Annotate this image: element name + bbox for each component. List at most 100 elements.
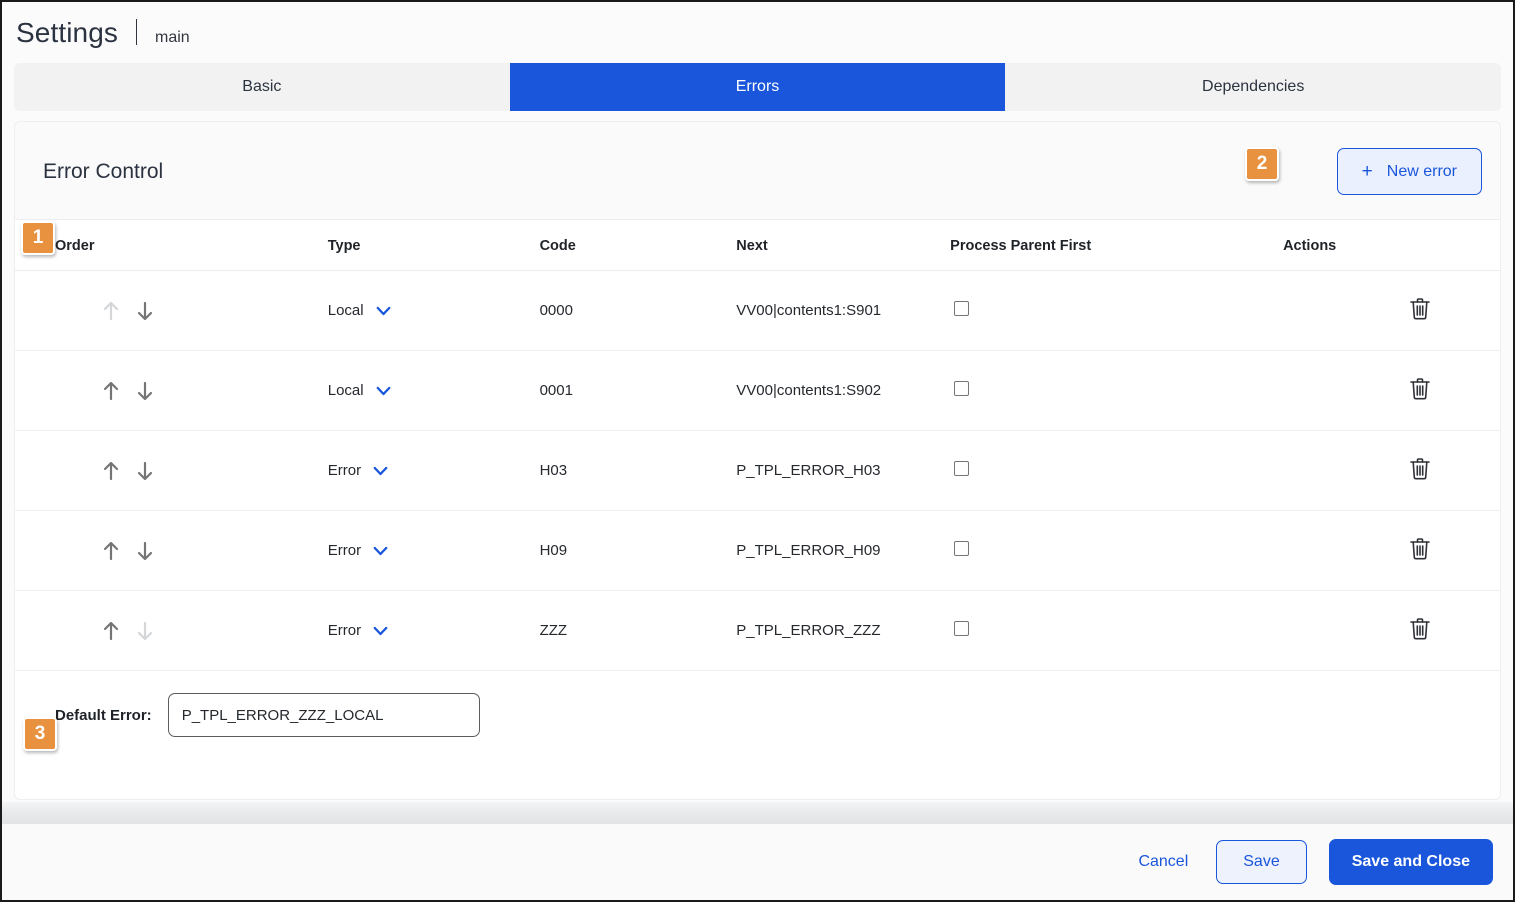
cell-order: [15, 351, 328, 431]
delete-icon[interactable]: [1408, 536, 1432, 562]
new-error-label: New error: [1387, 163, 1457, 181]
delete-icon[interactable]: [1408, 296, 1432, 322]
cell-process-parent-first: [950, 591, 1283, 671]
tab-basic[interactable]: Basic: [14, 63, 510, 111]
type-value: Error: [328, 622, 361, 639]
move-up-icon[interactable]: [100, 619, 122, 643]
cell-type: Error: [328, 431, 540, 511]
cell-next: P_TPL_ERROR_ZZZ: [736, 591, 950, 671]
column-header-actions: Actions: [1283, 220, 1500, 271]
cell-next: P_TPL_ERROR_H03: [736, 431, 950, 511]
cell-order: [15, 431, 328, 511]
type-dropdown[interactable]: Error: [328, 542, 388, 559]
process-parent-first-checkbox[interactable]: [954, 621, 969, 636]
type-dropdown[interactable]: Local: [328, 382, 391, 399]
move-down-icon[interactable]: [134, 459, 156, 483]
cell-next: VV00|contents1:S902: [736, 351, 950, 431]
annotation-badge-1: 1: [21, 221, 55, 255]
error-table: Order Type Code Next Process Parent Firs…: [15, 220, 1500, 671]
chevron-down-icon: [376, 306, 391, 316]
cell-process-parent-first: [950, 351, 1283, 431]
table-body: Local0000VV00|contents1:S901Local0001VV0…: [15, 271, 1500, 671]
order-arrows: [55, 539, 328, 563]
column-header-type: Type: [328, 220, 540, 271]
cell-code: H09: [540, 511, 737, 591]
column-header-next: Next: [736, 220, 950, 271]
cell-actions: [1283, 511, 1500, 591]
cell-actions: [1283, 431, 1500, 511]
panel-title: Error Control: [43, 160, 163, 184]
order-arrows: [55, 379, 328, 403]
type-value: Local: [328, 382, 364, 399]
cell-actions: [1283, 271, 1500, 351]
chevron-down-icon: [373, 626, 388, 636]
table-row: Local0000VV00|contents1:S901: [15, 271, 1500, 351]
cell-type: Local: [328, 271, 540, 351]
process-parent-first-checkbox[interactable]: [954, 301, 969, 316]
new-error-button[interactable]: + New error: [1337, 148, 1482, 195]
default-error-input[interactable]: [168, 693, 480, 737]
type-dropdown[interactable]: Local: [328, 302, 391, 319]
title-divider: [136, 19, 137, 45]
cell-process-parent-first: [950, 271, 1283, 351]
move-up-icon[interactable]: [100, 379, 122, 403]
table-row: Error H09P_TPL_ERROR_H09: [15, 511, 1500, 591]
cell-code: 0000: [540, 271, 737, 351]
tab-dependencies[interactable]: Dependencies: [1005, 63, 1501, 111]
move-down-icon: [134, 619, 156, 643]
delete-icon[interactable]: [1408, 376, 1432, 402]
save-and-close-button[interactable]: Save and Close: [1329, 839, 1493, 885]
dialog-footer: Cancel Save Save and Close: [2, 824, 1513, 900]
move-up-icon[interactable]: [100, 459, 122, 483]
default-error-label: Default Error:: [55, 707, 152, 724]
process-parent-first-checkbox[interactable]: [954, 541, 969, 556]
cell-code: 0001: [540, 351, 737, 431]
cell-process-parent-first: [950, 511, 1283, 591]
page-title: Settings: [16, 17, 118, 49]
table-row: Error H03P_TPL_ERROR_H03: [15, 431, 1500, 511]
cell-next: P_TPL_ERROR_H09: [736, 511, 950, 591]
delete-icon[interactable]: [1408, 456, 1432, 482]
cell-actions: [1283, 351, 1500, 431]
table-header: Order Type Code Next Process Parent Firs…: [15, 220, 1500, 271]
chevron-down-icon: [376, 386, 391, 396]
chevron-down-icon: [373, 546, 388, 556]
tab-bar: Basic Errors Dependencies: [14, 63, 1501, 111]
process-parent-first-checkbox[interactable]: [954, 461, 969, 476]
breadcrumb-main: main: [155, 29, 190, 47]
cell-actions: [1283, 591, 1500, 671]
move-up-icon[interactable]: [100, 539, 122, 563]
save-button[interactable]: Save: [1216, 840, 1306, 884]
titlebar: Settings main: [2, 2, 1513, 59]
move-down-icon[interactable]: [134, 379, 156, 403]
move-down-icon[interactable]: [134, 539, 156, 563]
cell-type: Local: [328, 351, 540, 431]
error-control-panel: Error Control + New error Order Type Cod…: [14, 121, 1501, 800]
type-dropdown[interactable]: Error: [328, 462, 388, 479]
plus-icon: +: [1362, 162, 1373, 181]
column-header-order: Order: [15, 220, 328, 271]
tab-errors[interactable]: Errors: [510, 63, 1006, 111]
cell-type: Error: [328, 591, 540, 671]
tab-errors-label: Errors: [736, 78, 780, 96]
type-dropdown[interactable]: Error: [328, 622, 388, 639]
type-value: Local: [328, 302, 364, 319]
table-row: Local 0001VV00|contents1:S902: [15, 351, 1500, 431]
table-header-row: Order Type Code Next Process Parent Firs…: [15, 220, 1500, 271]
cell-code: ZZZ: [540, 591, 737, 671]
tab-basic-label: Basic: [242, 78, 281, 96]
column-header-code: Code: [540, 220, 737, 271]
annotation-badge-2: 2: [1245, 147, 1279, 181]
process-parent-first-checkbox[interactable]: [954, 381, 969, 396]
delete-icon[interactable]: [1408, 616, 1432, 642]
cell-order: [15, 511, 328, 591]
move-up-icon: [100, 299, 122, 323]
horizontal-scrollbar[interactable]: [2, 802, 1513, 824]
settings-window: Settings main Basic Errors Dependencies …: [0, 0, 1515, 902]
tab-dependencies-label: Dependencies: [1202, 78, 1304, 96]
type-value: Error: [328, 462, 361, 479]
move-down-icon[interactable]: [134, 299, 156, 323]
cell-code: H03: [540, 431, 737, 511]
cancel-button[interactable]: Cancel: [1132, 845, 1194, 879]
type-value: Error: [328, 542, 361, 559]
